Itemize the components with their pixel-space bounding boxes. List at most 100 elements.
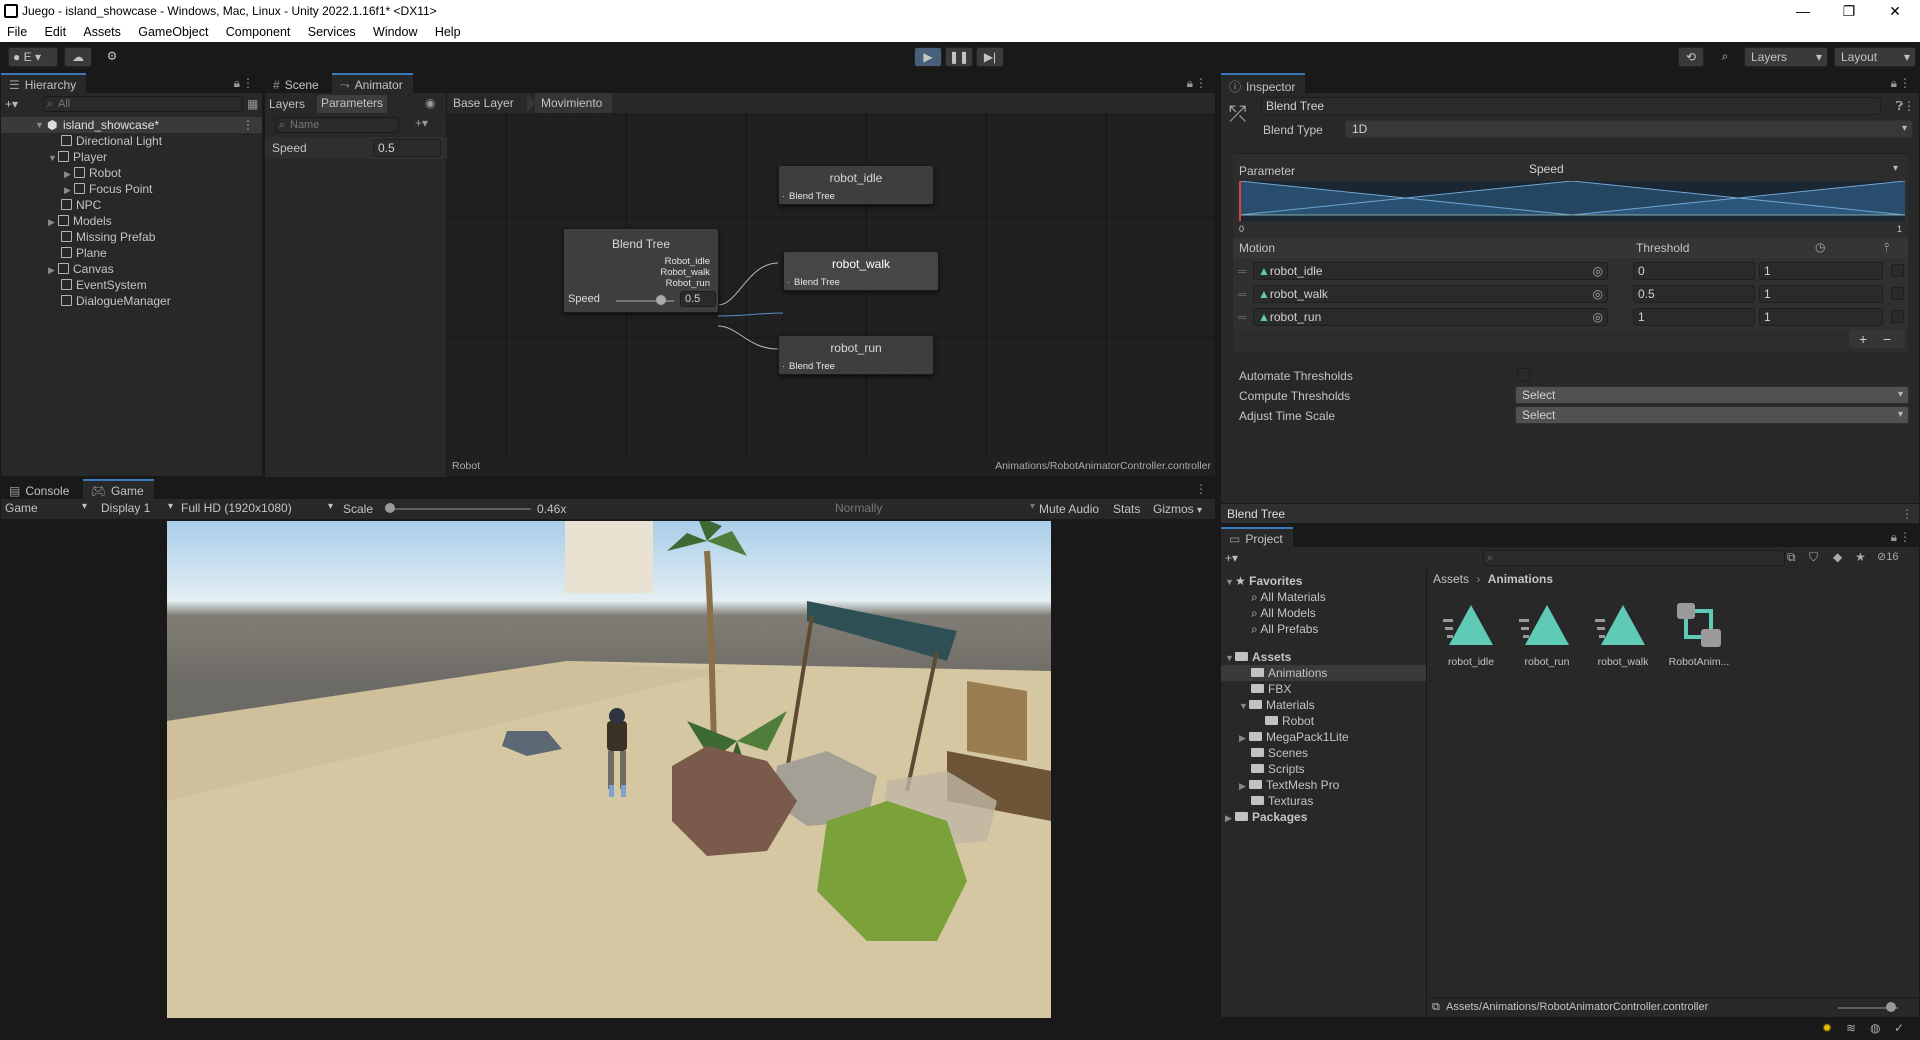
folder-row[interactable]: Scenes [1251,745,1308,761]
favorite-item[interactable]: ⌕ All Materials [1251,589,1326,605]
tab-scene[interactable]: # Scene [265,75,329,95]
game-view[interactable] [167,521,1051,1018]
motion-row[interactable]: ═ ▲robot_idle ◎ 0 1 [1233,262,1908,281]
object-picker-icon[interactable]: ◎ [1593,286,1603,302]
asset-item[interactable]: robot_idle [1433,597,1509,668]
lock-icon[interactable]: 🔒︎ [1891,76,1897,91]
automate-thresholds-checkbox[interactable] [1517,368,1530,381]
folder-row[interactable]: ▼ Materials [1239,697,1315,713]
breadcrumb-animations[interactable]: Animations [1488,572,1553,586]
asset-item[interactable]: robot_run [1509,597,1585,668]
drag-handle-icon[interactable]: ═ [1238,264,1247,278]
hierarchy-item[interactable]: Missing Prefab [61,229,155,245]
remove-motion-button[interactable]: − [1883,331,1891,347]
chevron-down-icon[interactable]: ▼ [1225,650,1235,666]
mirror-checkbox[interactable] [1891,264,1904,277]
tab-project[interactable]: ▭ Project [1221,527,1293,547]
scene-row[interactable]: ▼ ⬢ island_showcase* ⋮ [1,117,262,133]
hierarchy-item[interactable]: DialogueManager [61,293,171,309]
menu-services[interactable]: Services [301,22,363,39]
more-icon[interactable]: ⋮ [1899,530,1911,544]
star-icon[interactable]: ★ [1855,550,1866,564]
close-button[interactable]: ✕ [1872,0,1918,22]
robot-idle-node[interactable]: robot_idle Blend Tree [778,165,934,205]
favorite-item[interactable]: ⌕ All Prefabs [1251,621,1318,637]
tab-game[interactable]: 🎮︎ Game [82,479,154,499]
scale-slider-handle[interactable] [385,503,395,513]
add-parameter-icon[interactable]: +▾ [415,116,428,130]
pause-button[interactable]: ❚❚ [945,47,973,67]
chevron-down-icon[interactable]: ▼ [48,150,58,166]
asset-item[interactable]: robot_walk [1585,597,1661,668]
lock-icon[interactable]: 🔒︎ [1187,76,1193,91]
add-motion-button[interactable]: + [1859,331,1867,347]
hierarchy-item[interactable]: ▶ Models [48,213,112,229]
hierarchy-item[interactable]: ▶ Robot [64,165,121,181]
history-icon[interactable]: ⟲ [1678,47,1704,67]
breadcrumb-base-layer[interactable]: Base Layer [453,96,526,110]
chevron-right-icon[interactable]: ▶ [64,182,74,198]
project-search-input[interactable]: ⌕ [1483,550,1785,566]
more-icon[interactable]: ⋮ [1903,99,1915,113]
chevron-down-icon[interactable]: ▼ [1239,698,1249,714]
step-button[interactable]: ▶| [976,47,1004,67]
help-icon[interactable]: ❓︎ [1896,99,1903,114]
favorites-row[interactable]: ▼★ Favorites [1225,573,1302,589]
robot-run-node[interactable]: robot_run Blend Tree [778,335,934,375]
folder-row[interactable]: Scripts [1251,761,1305,777]
hierarchy-item[interactable]: Directional Light [61,133,162,149]
folder-row-animations[interactable]: Animations [1221,665,1426,681]
label-icon[interactable]: ◆ [1833,550,1842,564]
packages-row[interactable]: ▶ Packages [1225,809,1307,825]
time-scale-field[interactable]: 1 [1759,285,1883,303]
globe-icon[interactable]: ◍ [1870,1021,1880,1035]
gizmos-button[interactable]: Gizmos ▾ [1153,502,1202,516]
chevron-right-icon[interactable]: ▶ [48,262,58,278]
tab-parameters[interactable]: Parameters [317,95,388,113]
object-name-field[interactable]: Blend Tree [1261,97,1881,115]
mirror-icon[interactable]: ⫯ [1884,240,1889,255]
display-dropdown[interactable]: Display 1 ▾ [101,501,173,517]
hierarchy-item[interactable]: ▼ Player [48,149,107,165]
tab-layers[interactable]: Layers [269,96,305,112]
motion-row[interactable]: ═ ▲robot_walk ◎ 0.5 1 [1233,285,1908,304]
more-icon[interactable]: ⋮ [242,117,254,133]
blend-type-dropdown[interactable]: 1D [1345,120,1913,138]
folder-row[interactable]: ▶ TextMesh Pro [1239,777,1339,793]
play-mode-dropdown[interactable]: Normally ▾ [835,501,1035,517]
hierarchy-item[interactable]: Plane [61,245,107,261]
scale-slider[interactable] [385,508,531,510]
object-picker-icon[interactable]: ◎ [1593,263,1603,279]
menu-gameobject[interactable]: GameObject [131,22,215,39]
chevron-right-icon[interactable]: ▶ [1225,810,1235,826]
mute-audio-button[interactable]: Mute Audio [1039,502,1099,516]
chevron-down-icon[interactable]: ▼ [1225,574,1235,590]
hierarchy-item[interactable]: EventSystem [61,277,147,293]
add-icon[interactable]: +▾ [1225,551,1238,565]
chevron-right-icon[interactable]: ▶ [1239,730,1249,746]
threshold-field[interactable]: 0.5 [1633,285,1755,303]
robot-walk-node[interactable]: robot_walk Blend Tree [783,251,939,291]
adjust-time-scale-dropdown[interactable]: Select [1515,406,1909,424]
hierarchy-item[interactable]: NPC [61,197,101,213]
account-dropdown[interactable]: ● E ▾ [8,47,58,67]
hierarchy-item[interactable]: ▶ Focus Point [64,181,152,197]
bug-icon[interactable]: ✹ [1822,1021,1832,1035]
menu-window[interactable]: Window [366,22,424,39]
blend-tree-node[interactable]: Blend Tree Robot_idle Robot_walk Robot_r… [563,228,719,313]
search-icon[interactable]: ⌕ [1712,47,1738,67]
threshold-field[interactable]: 1 [1633,308,1755,326]
add-icon[interactable]: +▾ [5,97,18,111]
tab-animator[interactable]: ⤳ Animator [332,73,413,93]
minimize-button[interactable]: — [1780,0,1826,22]
game-mode-dropdown[interactable]: Game ▾ [5,501,89,517]
folder-row[interactable]: Texturas [1251,793,1313,809]
scene-visibility-icon[interactable]: ▦ [247,97,258,111]
animator-graph[interactable]: Blend Tree Robot_idle Robot_walk Robot_r… [448,113,1215,457]
folder-row[interactable]: ▶ MegaPack1Lite [1239,729,1349,745]
folder-row[interactable]: FBX [1251,681,1291,697]
search-by-type-icon[interactable]: ⧉ [1787,550,1796,565]
lock-icon[interactable]: 🔒︎ [1891,530,1897,545]
eye-icon[interactable]: ◉ [425,96,435,110]
tab-inspector[interactable]: ⓘ Inspector [1221,73,1306,94]
